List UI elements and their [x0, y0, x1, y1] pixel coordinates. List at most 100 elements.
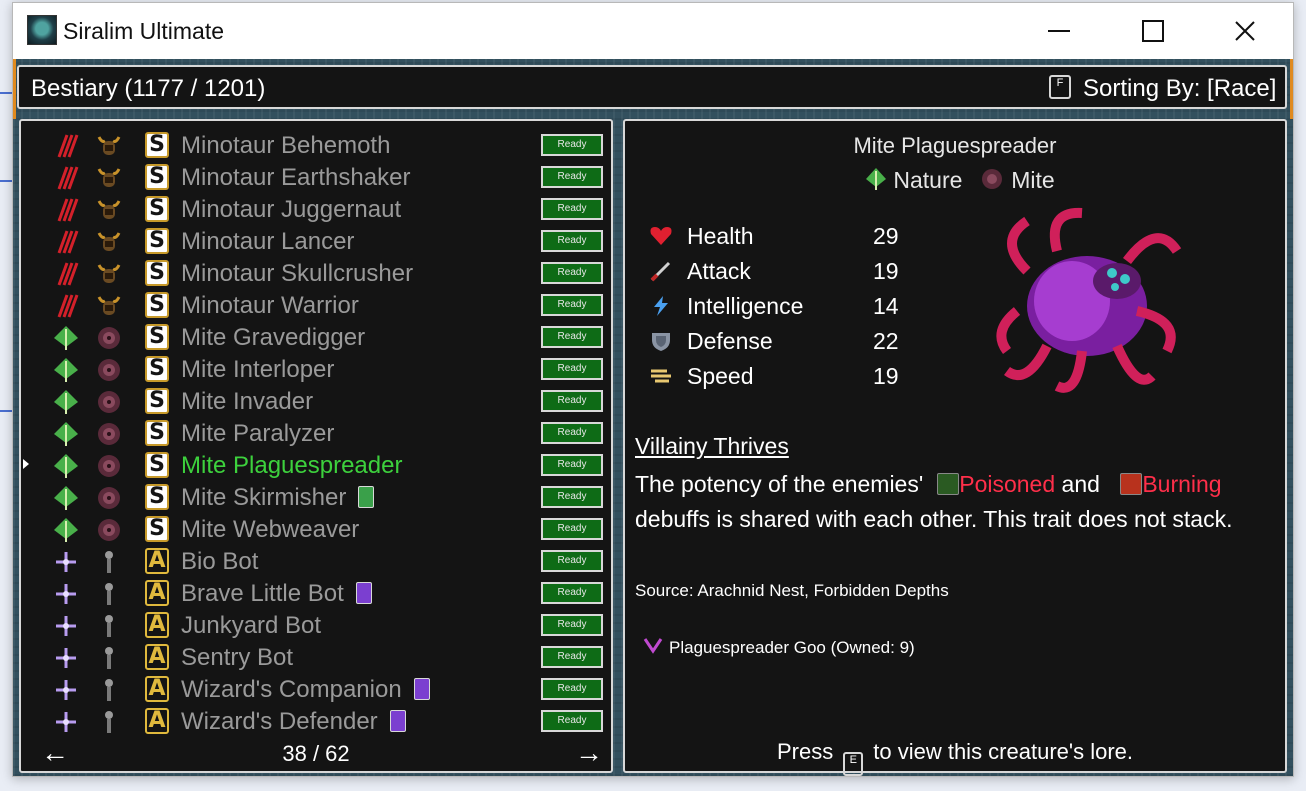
creature-name-label: Minotaur Warrior [181, 292, 359, 319]
arcane-sparkle-icon [53, 677, 79, 703]
stat-value: 22 [873, 328, 899, 354]
ready-badge: Ready [541, 614, 603, 636]
ready-badge: Ready [541, 582, 603, 604]
ready-badge: Ready [541, 486, 603, 508]
creature-row[interactable]: S Mite Skirmisher Ready [21, 481, 611, 513]
poisoned-icon [937, 473, 960, 495]
rank-a-icon: A [145, 580, 169, 606]
bot-race-icon [95, 612, 123, 640]
creature-row[interactable]: S Minotaur Juggernaut Ready [21, 193, 611, 225]
app-window: Siralim Ultimate Bestiary (1177 / 1201) … [12, 2, 1294, 777]
creature-row[interactable]: A Sentry Bot Ready [21, 641, 611, 673]
stat-value: 29 [873, 223, 899, 249]
creature-row[interactable]: A Bio Bot Ready [21, 545, 611, 577]
minotaur-race-icon [95, 132, 123, 160]
title-bar[interactable]: Siralim Ultimate [13, 3, 1293, 59]
creature-name-label: Mite Plaguespreader [181, 452, 403, 479]
arcane-sparkle-icon [53, 549, 79, 575]
stat-label: Defense [687, 328, 773, 354]
ready-badge: Ready [541, 678, 603, 700]
card-icon [355, 582, 372, 604]
app-logo-icon [27, 15, 57, 45]
creature-row[interactable]: A Wizard's Companion Ready [21, 673, 611, 705]
desktop-edge-mark [0, 410, 12, 412]
keyboard-key-icon: E [843, 752, 864, 776]
mite-race-icon [95, 324, 123, 352]
bot-race-icon [95, 580, 123, 608]
ready-badge: Ready [541, 550, 603, 572]
mite-race-icon [95, 356, 123, 384]
ready-badge: Ready [541, 134, 603, 156]
class-race-line: Nature Mite [865, 167, 1055, 194]
debuff-burning: Burning [1142, 471, 1222, 497]
claw-marks-icon [53, 229, 79, 255]
creature-list-panel: S Minotaur Behemoth Ready S Minotaur Earthsh… [19, 119, 613, 773]
creature-row[interactable]: A Junkyard Bot Ready [21, 609, 611, 641]
stat-row-intelligence: Intelligence 14 [649, 291, 909, 321]
creature-row[interactable]: S Mite Plaguespreader Ready [21, 449, 611, 481]
minotaur-race-icon [95, 260, 123, 288]
lightning-icon [649, 295, 673, 317]
creature-row[interactable]: S Minotaur Warrior Ready [21, 289, 611, 321]
minotaur-race-icon [95, 228, 123, 256]
next-page-arrow-icon[interactable]: → [575, 737, 603, 769]
nature-leaf-icon [53, 421, 79, 447]
claw-marks-icon [53, 197, 79, 223]
ready-badge: Ready [541, 358, 603, 380]
rank-a-icon: A [145, 612, 169, 638]
arcane-sparkle-icon [53, 581, 79, 607]
creature-row[interactable]: S Mite Paralyzer Ready [21, 417, 611, 449]
trait-name: Villainy Thrives [635, 433, 789, 459]
rank-a-icon: A [145, 676, 169, 702]
frame-edge [13, 59, 16, 119]
maximize-button[interactable] [1107, 3, 1199, 59]
creature-name-label: Wizard's Companion [181, 676, 402, 703]
lore-press: Press [777, 739, 834, 764]
creature-name-label: Minotaur Juggernaut [181, 196, 402, 223]
rank-a-icon: A [145, 708, 169, 734]
creature-name: Minotaur Skullcrusher [181, 260, 413, 288]
creature-name-label: Bio Bot [181, 548, 259, 575]
mite-race-icon [95, 516, 123, 544]
creature-row[interactable]: S Mite Gravedigger Ready [21, 321, 611, 353]
goo-material-icon [643, 638, 663, 654]
creature-row[interactable]: S Mite Interloper Ready [21, 353, 611, 385]
sort-label[interactable]: Sorting By: [Race] [1083, 75, 1276, 103]
heart-icon [649, 225, 673, 247]
creature-row[interactable]: A Wizard's Defender Ready [21, 705, 611, 737]
trait-description: The potency of the enemies' Poisoned and … [635, 467, 1275, 537]
creature-row[interactable]: S Mite Invader Ready [21, 385, 611, 417]
minimize-button[interactable] [1013, 3, 1105, 59]
page-indicator: 38 / 62 [282, 741, 350, 766]
stat-value: 19 [873, 363, 899, 389]
creature-name: Mite Plaguespreader [181, 452, 402, 480]
creature-name: Junkyard Bot [181, 612, 321, 640]
sword-icon [649, 260, 673, 282]
creature-name-label: Brave Little Bot [181, 580, 344, 607]
ready-badge: Ready [541, 262, 603, 284]
creature-name: Mite Invader [181, 388, 313, 416]
bot-race-icon [95, 548, 123, 576]
creature-name: Wizard's Companion [181, 676, 430, 704]
creature-name-label: Mite Webweaver [181, 516, 360, 543]
ready-badge: Ready [541, 294, 603, 316]
creature-name-label: Mite Interloper [181, 356, 335, 383]
claw-marks-icon [53, 293, 79, 319]
creature-row[interactable]: S Mite Webweaver Ready [21, 513, 611, 545]
close-button[interactable] [1199, 3, 1291, 59]
ready-badge: Ready [541, 518, 603, 540]
race-label: Mite [1011, 167, 1055, 193]
material-label: Plaguespreader Goo (Owned: 9) [669, 638, 915, 657]
creature-row[interactable]: S Minotaur Lancer Ready [21, 225, 611, 257]
stat-label: Intelligence [687, 293, 804, 319]
creature-row[interactable]: S Minotaur Skullcrusher Ready [21, 257, 611, 289]
rank-s-icon: S [145, 452, 169, 478]
creature-row[interactable]: S Minotaur Behemoth Ready [21, 129, 611, 161]
creature-row[interactable]: S Minotaur Earthshaker Ready [21, 161, 611, 193]
game-area: Bestiary (1177 / 1201) F Sorting By: [Ra… [13, 59, 1293, 776]
mite-race-icon [95, 388, 123, 416]
creature-row[interactable]: A Brave Little Bot Ready [21, 577, 611, 609]
creature-name-label: Minotaur Lancer [181, 228, 355, 255]
creature-detail-panel: Mite Plaguespreader Nature Mite Health 29… [623, 119, 1287, 776]
creature-name: Wizard's Defender [181, 708, 406, 736]
